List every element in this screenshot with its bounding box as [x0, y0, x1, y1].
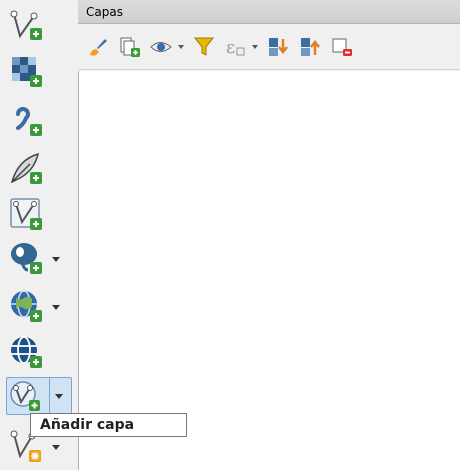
layers-panel: Capas ε — [78, 0, 460, 470]
new-layer-dropdown-arrow-icon[interactable] — [52, 444, 60, 450]
style-paintbrush-icon[interactable] — [86, 35, 110, 59]
expression-dropdown-arrow-icon[interactable] — [252, 44, 258, 49]
visibility-dropdown-arrow-icon[interactable] — [178, 44, 184, 49]
add-layer-button[interactable] — [6, 377, 72, 415]
filter-legend-icon[interactable] — [192, 35, 216, 59]
add-delimited-text-layer-button[interactable] — [8, 102, 74, 140]
filter-expression-icon[interactable]: ε — [224, 35, 258, 59]
remove-layer-icon[interactable] — [330, 35, 354, 59]
add-layer-tooltip: Añadir capa — [30, 413, 187, 437]
expand-all-icon[interactable] — [266, 35, 290, 59]
add-virtual-layer-button[interactable] — [8, 196, 74, 234]
chevron-down-icon — [55, 393, 63, 399]
add-spatialite-layer-button[interactable] — [8, 150, 74, 188]
add-wcs-layer-button[interactable] — [8, 334, 74, 372]
svg-text:ε: ε — [226, 37, 235, 58]
visibility-eye-icon[interactable] — [150, 35, 184, 59]
add-wms-layer-button[interactable] — [8, 288, 74, 326]
postgis-dropdown-arrow-icon[interactable] — [52, 256, 60, 262]
layers-tree[interactable] — [78, 71, 460, 470]
postgis-layer-add-icon — [8, 240, 46, 278]
layers-panel-toolbar: ε — [78, 24, 460, 70]
add-layer-dropdown[interactable] — [49, 378, 68, 414]
add-raster-layer-button[interactable] — [8, 53, 74, 91]
virtual-layer-add-icon — [8, 196, 46, 234]
panel-title: Capas — [78, 0, 460, 24]
add-postgis-layer-button[interactable] — [8, 240, 74, 278]
add-vector-layer-button[interactable] — [8, 6, 74, 44]
collapse-all-icon[interactable] — [298, 35, 322, 59]
raster-layer-add-icon — [8, 53, 46, 91]
add-layer-icon — [7, 377, 45, 415]
wms-dropdown-arrow-icon[interactable] — [52, 304, 60, 310]
add-group-icon[interactable] — [118, 35, 142, 59]
vector-layer-add-icon — [8, 6, 46, 44]
layer-toolbar — [0, 0, 78, 470]
spatialite-layer-add-icon — [8, 150, 46, 188]
delimited-text-add-icon — [8, 102, 46, 140]
wcs-layer-add-icon — [8, 334, 46, 372]
wms-layer-add-icon — [8, 288, 46, 326]
